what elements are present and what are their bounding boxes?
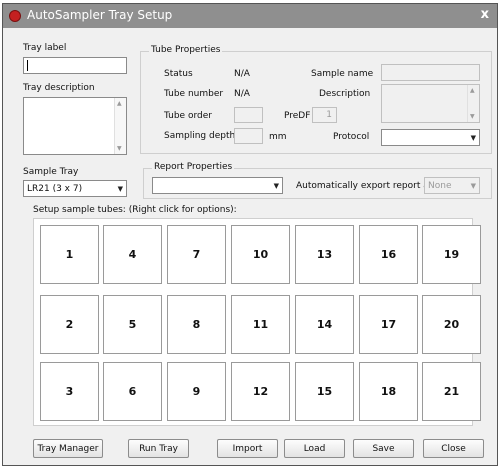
description-input[interactable]: ▲ ▼ <box>381 84 480 123</box>
sample-tube[interactable]: 12 <box>231 362 290 421</box>
sample-tube[interactable]: 2 <box>40 295 99 354</box>
auto-export-label: Automatically export report as: <box>296 181 437 191</box>
predf-label: PreDF <box>284 111 311 121</box>
tray-manager-button[interactable]: Tray Manager <box>33 439 103 458</box>
scroll-down-icon[interactable]: ▼ <box>117 145 122 152</box>
sample-tube[interactable]: 6 <box>103 362 162 421</box>
sample-tube[interactable]: 3 <box>40 362 99 421</box>
sample-tube[interactable]: 5 <box>103 295 162 354</box>
predf-input[interactable]: 1 <box>312 107 337 123</box>
description-scrollbar[interactable]: ▲ ▼ <box>114 98 126 154</box>
chevron-down-icon[interactable]: ▼ <box>471 182 476 190</box>
sample-tube[interactable]: 17 <box>359 295 418 354</box>
protocol-select[interactable]: ▼ <box>381 129 480 146</box>
load-button[interactable]: Load <box>284 439 345 458</box>
sample-tube[interactable]: 19 <box>422 225 481 284</box>
sample-tube[interactable]: 4 <box>103 225 162 284</box>
status-value: N/A <box>234 69 250 79</box>
sample-tube[interactable]: 8 <box>167 295 226 354</box>
sample-tube[interactable]: 7 <box>167 225 226 284</box>
chevron-down-icon[interactable]: ▼ <box>118 185 123 193</box>
sample-tray-label: Sample Tray <box>23 167 79 177</box>
sampling-depth-input[interactable] <box>234 128 263 144</box>
sample-tray-value: LR21 (3 x 7) <box>27 183 83 194</box>
tube-number-label: Tube number <box>164 89 224 99</box>
chevron-down-icon[interactable]: ▼ <box>471 134 476 142</box>
tray-description-textarea[interactable]: ▲ ▼ <box>23 97 127 155</box>
title-bar[interactable]: AutoSampler Tray Setup x <box>3 4 497 28</box>
tube-number-value: N/A <box>234 89 250 99</box>
description-field-scrollbar[interactable]: ▲ ▼ <box>467 85 479 122</box>
auto-export-value: None <box>428 180 452 191</box>
description-label: Description <box>319 89 371 99</box>
scroll-up-icon[interactable]: ▲ <box>117 100 122 107</box>
status-label: Status <box>164 69 193 79</box>
sample-tube[interactable]: 11 <box>231 295 290 354</box>
scroll-down-icon[interactable]: ▼ <box>470 113 475 120</box>
sample-tube[interactable]: 14 <box>295 295 354 354</box>
sample-tube[interactable]: 21 <box>422 362 481 421</box>
window-title: AutoSampler Tray Setup <box>27 8 173 22</box>
text-cursor <box>27 60 28 71</box>
autosampler-tray-setup-window: AutoSampler Tray Setup x Tray label Tray… <box>2 3 498 466</box>
predf-value: 1 <box>326 110 332 120</box>
sample-tube[interactable]: 9 <box>167 362 226 421</box>
sample-tube[interactable]: 18 <box>359 362 418 421</box>
sample-tube-grid: 1 4 7 10 13 16 19 2 5 8 11 14 17 20 3 6 9 12 15 18 21 <box>33 218 481 426</box>
chevron-down-icon[interactable]: ▼ <box>274 182 279 190</box>
sampling-depth-unit: mm <box>269 132 287 142</box>
tube-order-label: Tube order <box>164 111 212 121</box>
app-icon <box>9 10 21 22</box>
close-icon[interactable]: x <box>481 7 489 22</box>
tube-order-input[interactable] <box>234 107 263 123</box>
auto-export-select[interactable]: None ▼ <box>424 177 480 194</box>
sample-name-label: Sample name <box>311 69 374 79</box>
report-properties-title: Report Properties <box>152 162 235 172</box>
scroll-up-icon[interactable]: ▲ <box>470 87 475 94</box>
import-button[interactable]: Import <box>217 439 278 458</box>
save-button[interactable]: Save <box>353 439 414 458</box>
sample-tube[interactable]: 13 <box>295 225 354 284</box>
sample-tray-select[interactable]: LR21 (3 x 7) ▼ <box>23 180 127 197</box>
report-select[interactable]: ▼ <box>152 177 283 194</box>
sample-name-input[interactable] <box>381 64 480 81</box>
tray-label-label: Tray label <box>23 43 67 53</box>
protocol-label: Protocol <box>333 132 370 142</box>
sample-tube[interactable]: 1 <box>40 225 99 284</box>
setup-sample-tubes-label: Setup sample tubes: (Right click for opt… <box>33 205 237 215</box>
sample-tube[interactable]: 15 <box>295 362 354 421</box>
sampling-depth-label: Sampling depth <box>164 131 236 141</box>
sample-tube[interactable]: 16 <box>359 225 418 284</box>
sample-tube[interactable]: 20 <box>422 295 481 354</box>
tube-properties-title: Tube Properties <box>149 45 223 55</box>
close-button[interactable]: Close <box>423 439 484 458</box>
tray-description-label: Tray description <box>23 83 95 93</box>
tray-label-input[interactable] <box>23 57 127 74</box>
run-tray-button[interactable]: Run Tray <box>128 439 189 458</box>
sample-tube[interactable]: 10 <box>231 225 290 284</box>
